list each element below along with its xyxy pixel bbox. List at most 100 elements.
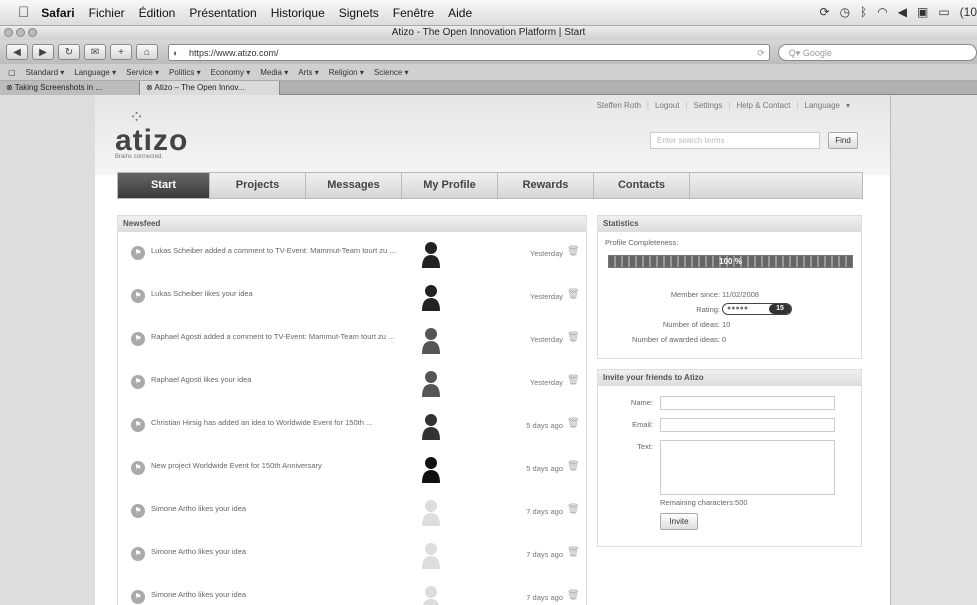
feed-text[interactable]: Simone Artho likes your idea <box>151 590 411 600</box>
site-search-input[interactable]: Enter search terms <box>650 132 820 149</box>
language-dropdown-icon[interactable]: ▾ <box>846 101 850 110</box>
feed-text[interactable]: New project Worldwide Event for 150th An… <box>151 461 411 471</box>
delete-trash-icon[interactable]: 🗑 <box>567 461 580 472</box>
menu-aide[interactable]: Aide <box>448 6 472 20</box>
apple-menu-icon[interactable]:  <box>18 4 29 21</box>
user-avatar-icon[interactable] <box>420 498 442 526</box>
delete-trash-icon[interactable]: 🗑 <box>567 289 580 300</box>
zoom-window-icon[interactable] <box>28 28 37 37</box>
user-avatar-icon[interactable] <box>420 240 442 268</box>
feed-text[interactable]: Simone Artho likes your idea <box>151 504 411 514</box>
menu-edition[interactable]: Édition <box>139 6 176 20</box>
address-bar[interactable]: ◐ https://www.atizo.com/ ⟳ <box>168 43 770 61</box>
tab-screenshots[interactable]: ⊗ Taking Screenshots in ... <box>0 81 140 95</box>
add-bookmark-button[interactable]: + <box>110 44 132 60</box>
feed-item[interactable]: ⚑ Raphael Agosti added a comment to TV-Ev… <box>118 318 586 361</box>
sync-icon[interactable]: ⟳ <box>820 5 830 19</box>
user-avatar-icon[interactable] <box>420 369 442 397</box>
nav-tab-messages[interactable]: Messages <box>306 173 402 198</box>
logout-link[interactable]: Logout <box>655 101 679 110</box>
feed-item[interactable]: ⚑ New project Worldwide Event for 150th A… <box>118 447 586 490</box>
feed-item[interactable]: ⚑ Lukas Scheiber added a comment to TV-Ev… <box>118 232 586 275</box>
feed-item[interactable]: ⚑ Simone Artho likes your idea 7 days ago 🗑 <box>118 576 586 605</box>
display-icon[interactable]: ▣ <box>917 5 928 19</box>
delete-trash-icon[interactable]: 🗑 <box>567 547 580 558</box>
user-avatar-icon[interactable] <box>420 326 442 354</box>
user-name-link[interactable]: Steffen Roth <box>597 101 641 110</box>
feed-item[interactable]: ⚑ Raphael Agosti likes your idea Yesterday… <box>118 361 586 404</box>
user-avatar-icon[interactable] <box>420 541 442 569</box>
nav-tab-projects[interactable]: Projects <box>210 173 306 198</box>
bookmark-item[interactable]: Media ▾ <box>260 68 288 77</box>
bookmark-item[interactable]: Science ▾ <box>374 68 409 77</box>
feed-time: 7 days ago <box>526 550 563 559</box>
nav-tab-start[interactable]: Start <box>118 173 210 198</box>
forward-button[interactable]: ▶ <box>32 44 54 60</box>
find-button[interactable]: Find <box>828 132 858 149</box>
bookmark-item[interactable]: Language ▾ <box>74 68 116 77</box>
bluetooth-icon[interactable]: ᛒ <box>860 5 867 19</box>
bookmark-button[interactable]: ✉ <box>84 44 106 60</box>
menu-fichier[interactable]: Fichier <box>89 6 125 20</box>
email-field[interactable] <box>660 418 835 432</box>
feed-text[interactable]: Lukas Scheiber added a comment to TV-Eve… <box>151 246 411 256</box>
feed-text[interactable]: Raphael Agosti added a comment to TV-Eve… <box>151 332 411 342</box>
feed-item[interactable]: ⚑ Simone Artho likes your idea 7 days ago 🗑 <box>118 490 586 533</box>
battery-icon[interactable]: ▭ <box>938 5 949 19</box>
user-avatar-icon[interactable] <box>420 412 442 440</box>
menu-presentation[interactable]: Présentation <box>189 6 256 20</box>
back-button[interactable]: ◀ <box>6 44 28 60</box>
feed-text[interactable]: Simone Artho likes your idea <box>151 547 411 557</box>
menu-historique[interactable]: Historique <box>271 6 325 20</box>
name-label: Name: <box>630 398 653 407</box>
volume-icon[interactable]: ◀ <box>898 5 907 19</box>
message-textarea[interactable] <box>660 440 835 495</box>
feed-text[interactable]: Raphael Agosti likes your idea <box>151 375 411 385</box>
feed-item[interactable]: ⚑ Christian Hirsig has added an idea to W… <box>118 404 586 447</box>
delete-trash-icon[interactable]: 🗑 <box>567 332 580 343</box>
user-avatar-icon[interactable] <box>420 455 442 483</box>
name-field[interactable] <box>660 396 835 410</box>
wifi-icon[interactable]: ◠ <box>877 5 887 19</box>
feed-text[interactable]: Christian Hirsig has added an idea to Wo… <box>151 418 411 428</box>
bookmark-item[interactable]: Politics ▾ <box>169 68 201 77</box>
help-contact-link[interactable]: Help & Contact <box>737 101 791 110</box>
settings-link[interactable]: Settings <box>694 101 723 110</box>
delete-trash-icon[interactable]: 🗑 <box>567 375 580 386</box>
nav-tab-my-profile[interactable]: My Profile <box>402 173 498 198</box>
tab-atizo[interactable]: ⊗ Atizo – The Open Innov... <box>140 81 280 95</box>
delete-trash-icon[interactable]: 🗑 <box>567 504 580 515</box>
rating-label: Rating: <box>696 305 720 314</box>
time-machine-icon[interactable]: ◷ <box>840 5 850 19</box>
feed-text[interactable]: Lukas Scheiber likes your idea <box>151 289 411 299</box>
nav-tab-rewards[interactable]: Rewards <box>498 173 594 198</box>
home-button[interactable]: ⌂ <box>136 44 158 60</box>
atizo-logo[interactable]: ⁘ atizo Brains connected. <box>115 107 188 160</box>
invite-button[interactable]: Invite <box>660 513 698 530</box>
nav-tab-contacts[interactable]: Contacts <box>594 173 690 198</box>
bookmarks-book-icon[interactable]: ▢ <box>8 68 16 77</box>
menu-signets[interactable]: Signets <box>339 6 379 20</box>
close-window-icon[interactable] <box>4 28 13 37</box>
feed-item[interactable]: ⚑ Simone Artho likes your idea 7 days ago 🗑 <box>118 533 586 576</box>
bookmark-item[interactable]: Economy ▾ <box>211 68 251 77</box>
delete-trash-icon[interactable]: 🗑 <box>567 418 580 429</box>
reload-button[interactable]: ↻ <box>58 44 80 60</box>
menu-app-safari[interactable]: Safari <box>41 6 74 20</box>
bookmark-item[interactable]: Religion ▾ <box>329 68 364 77</box>
delete-trash-icon[interactable]: 🗑 <box>567 590 580 601</box>
rss-reload-icon[interactable]: ⟳ <box>757 45 765 61</box>
bookmark-item[interactable]: Standard ▾ <box>26 68 65 77</box>
user-avatar-icon[interactable] <box>420 283 442 311</box>
google-search-field[interactable]: Q▾ Google <box>777 43 977 61</box>
user-avatar-icon[interactable] <box>420 584 442 605</box>
ideas-value: 10 <box>722 320 731 329</box>
bookmark-item[interactable]: Arts ▾ <box>298 68 318 77</box>
clock-text[interactable]: (10 <box>960 5 977 19</box>
language-link[interactable]: Language <box>804 101 840 110</box>
menu-fenetre[interactable]: Fenêtre <box>393 6 434 20</box>
minimize-window-icon[interactable] <box>16 28 25 37</box>
bookmark-item[interactable]: Service ▾ <box>126 68 159 77</box>
feed-item[interactable]: ⚑ Lukas Scheiber likes your idea Yesterday… <box>118 275 586 318</box>
delete-trash-icon[interactable]: 🗑 <box>567 246 580 257</box>
